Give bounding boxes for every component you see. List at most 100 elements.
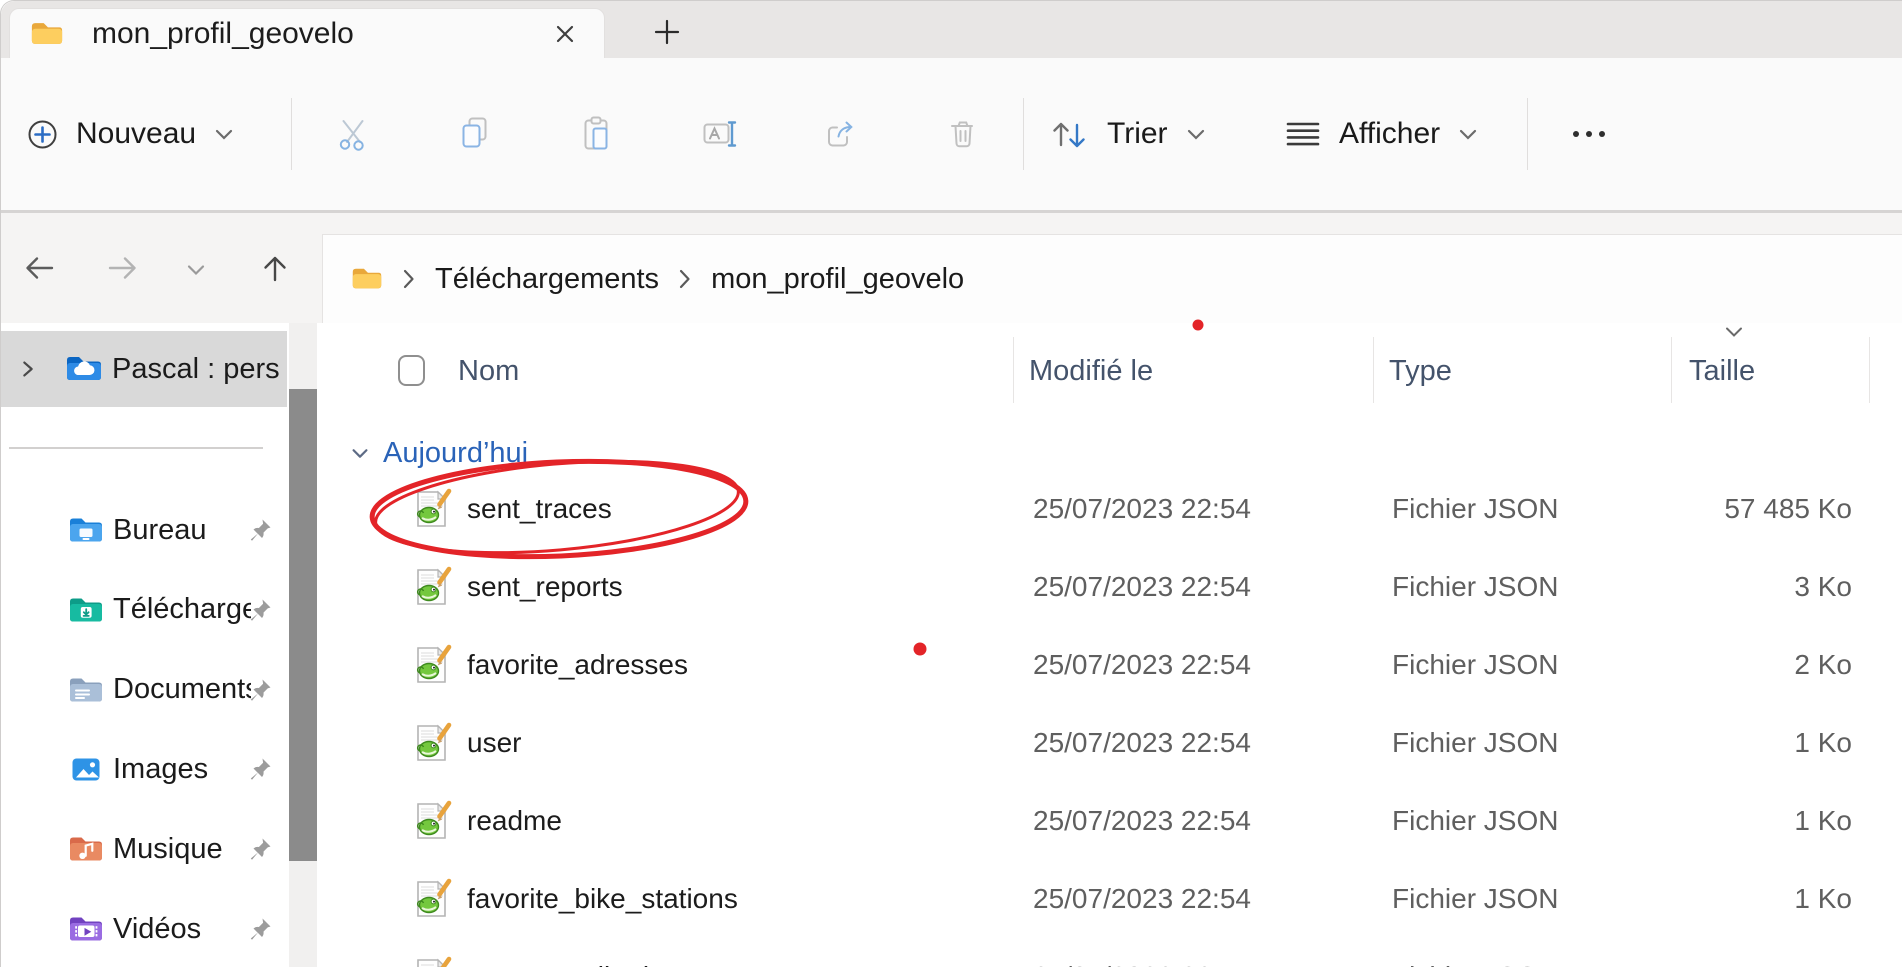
file-row-favorite_adresses[interactable]: favorite_adresses 25/07/2023 22:54 Fichi…: [385, 626, 1882, 704]
pictures-icon: [68, 751, 104, 787]
address-bar[interactable]: Téléchargements mon_profil_geovelo: [322, 234, 1902, 323]
pin-icon: [247, 916, 273, 942]
sort-descending-chevron-icon[interactable]: [1723, 325, 1745, 339]
sidebar-scrollbar-thumb[interactable]: [289, 389, 317, 861]
videos-folder-icon: [68, 911, 104, 947]
copy-icon[interactable]: [457, 115, 495, 153]
json-file-icon: [409, 799, 453, 843]
json-file-icon: [409, 487, 453, 531]
pin-icon: [247, 517, 273, 543]
group-header[interactable]: Aujourd’hui: [349, 433, 528, 473]
toolbar-divider: [1023, 98, 1024, 170]
file-name: readme: [467, 805, 562, 837]
folder-icon: [30, 17, 64, 51]
recent-chevron-icon[interactable]: [183, 257, 221, 295]
sidebar-item-bureau[interactable]: Bureau: [1, 500, 287, 560]
select-all-checkbox[interactable]: [398, 355, 425, 386]
paste-icon[interactable]: [579, 115, 617, 153]
file-modified-date: 25/07/2023 22:54: [1033, 571, 1251, 603]
json-file-icon: [409, 721, 453, 765]
list-header: Nom Modifié le Type Taille: [331, 341, 1902, 401]
chevron-right-icon: [398, 266, 420, 292]
up-arrow-icon[interactable]: [256, 249, 294, 287]
file-modified-date: 25/07/2023 22:54: [1033, 649, 1251, 681]
music-folder-icon: [68, 831, 104, 867]
file-row-sent_contributions[interactable]: sent_contributions 25/07/2023 22:54 Fich…: [385, 938, 1882, 967]
back-arrow-icon[interactable]: [20, 249, 58, 287]
sidebar-item-videos[interactable]: Vidéos: [1, 899, 287, 959]
toolbar-divider: [1527, 98, 1528, 170]
circle-plus-icon: [25, 117, 60, 152]
file-row-sent_reports[interactable]: sent_reports 25/07/2023 22:54 Fichier JS…: [385, 548, 1882, 626]
delete-icon[interactable]: [945, 115, 983, 153]
file-row-readme[interactable]: readme 25/07/2023 22:54 Fichier JSON 1 K…: [385, 782, 1882, 860]
file-size: 1 Ko: [1794, 883, 1852, 915]
forward-arrow-icon[interactable]: [104, 249, 142, 287]
file-type: Fichier JSON: [1392, 649, 1558, 681]
new-button[interactable]: Nouveau: [25, 58, 236, 210]
sidebar-item-images[interactable]: Images: [1, 739, 287, 799]
file-size: 3 Ko: [1794, 571, 1852, 603]
sidebar-item-label: Vidéos: [113, 913, 201, 946]
file-size: 1 Ko: [1794, 805, 1852, 837]
json-file-icon: [409, 565, 453, 609]
sidebar-divider: [9, 447, 263, 449]
breadcrumb-item[interactable]: mon_profil_geovelo: [711, 263, 964, 296]
sidebar-item-label: Musique: [113, 833, 223, 866]
column-header-taille[interactable]: Taille: [1689, 341, 1755, 401]
rename-icon[interactable]: [701, 115, 739, 153]
file-type: Fichier JSON: [1392, 805, 1558, 837]
sort-button[interactable]: Trier: [1047, 58, 1208, 210]
plus-icon: [651, 16, 683, 48]
file-row-sent_traces[interactable]: sent_traces 25/07/2023 22:54 Fichier JSO…: [385, 470, 1882, 548]
file-type: Fichier JSON: [1392, 883, 1558, 915]
cut-icon[interactable]: [335, 115, 373, 153]
sidebar-item-documents[interactable]: Documents: [1, 660, 287, 720]
main-area: Pascal : perso Bureau Téléchargements Do…: [1, 323, 1902, 967]
chevron-down-icon: [1456, 122, 1480, 146]
file-size: 57 485 Ko: [1724, 493, 1852, 525]
file-type: Fichier JSON: [1392, 493, 1558, 525]
chevron-right-icon: [674, 266, 696, 292]
sidebar-item-telechargements[interactable]: Téléchargements: [1, 580, 287, 640]
pin-icon: [247, 677, 273, 703]
file-explorer-window: mon_profil_geovelo Nouveau: [0, 0, 1902, 967]
sidebar-item-musique[interactable]: Musique: [1, 819, 287, 879]
chevron-down-icon: [212, 122, 236, 146]
chevron-right-icon[interactable]: [17, 358, 39, 380]
file-name: favorite_adresses: [467, 649, 688, 681]
sidebar-item-label: Documents: [113, 673, 251, 706]
documents-folder-icon: [68, 672, 104, 708]
file-name: user: [467, 727, 521, 759]
file-row-user[interactable]: user 25/07/2023 22:54 Fichier JSON 1 Ko: [385, 704, 1882, 782]
sidebar-item-label: Pascal : perso: [112, 353, 280, 386]
file-modified-date: 25/07/2023 22:54: [1033, 493, 1251, 525]
pin-icon: [247, 756, 273, 782]
file-type: Fichier JSON: [1392, 961, 1558, 967]
view-button[interactable]: Afficher: [1283, 58, 1480, 210]
file-row-favorite_bike_stations[interactable]: favorite_bike_stations 25/07/2023 22:54 …: [385, 860, 1882, 938]
sidebar-item-onedrive[interactable]: Pascal : perso: [1, 331, 287, 407]
file-size: 1 Ko: [1794, 727, 1852, 759]
pin-icon: [247, 597, 273, 623]
file-size: 1 Ko: [1794, 961, 1852, 967]
view-list-icon: [1283, 114, 1323, 154]
file-name: favorite_bike_stations: [467, 883, 738, 915]
share-icon[interactable]: [823, 115, 861, 153]
column-header-nom[interactable]: Nom: [458, 341, 519, 401]
new-tab-button[interactable]: [646, 13, 688, 51]
json-file-icon: [409, 643, 453, 687]
more-options-button[interactable]: [1557, 58, 1621, 210]
chevron-down-icon[interactable]: [349, 442, 371, 464]
file-modified-date: 25/07/2023 22:54: [1033, 883, 1251, 915]
breadcrumb-item[interactable]: Téléchargements: [435, 263, 659, 296]
active-tab[interactable]: mon_profil_geovelo: [9, 8, 605, 58]
close-icon[interactable]: [552, 21, 578, 47]
sidebar-item-label: Téléchargements: [113, 593, 251, 626]
column-header-modifie[interactable]: Modifié le: [1029, 341, 1153, 401]
column-header-type[interactable]: Type: [1389, 341, 1452, 401]
sort-button-label: Trier: [1107, 117, 1168, 151]
file-size: 2 Ko: [1794, 649, 1852, 681]
file-type: Fichier JSON: [1392, 727, 1558, 759]
tab-title: mon_profil_geovelo: [92, 17, 552, 51]
